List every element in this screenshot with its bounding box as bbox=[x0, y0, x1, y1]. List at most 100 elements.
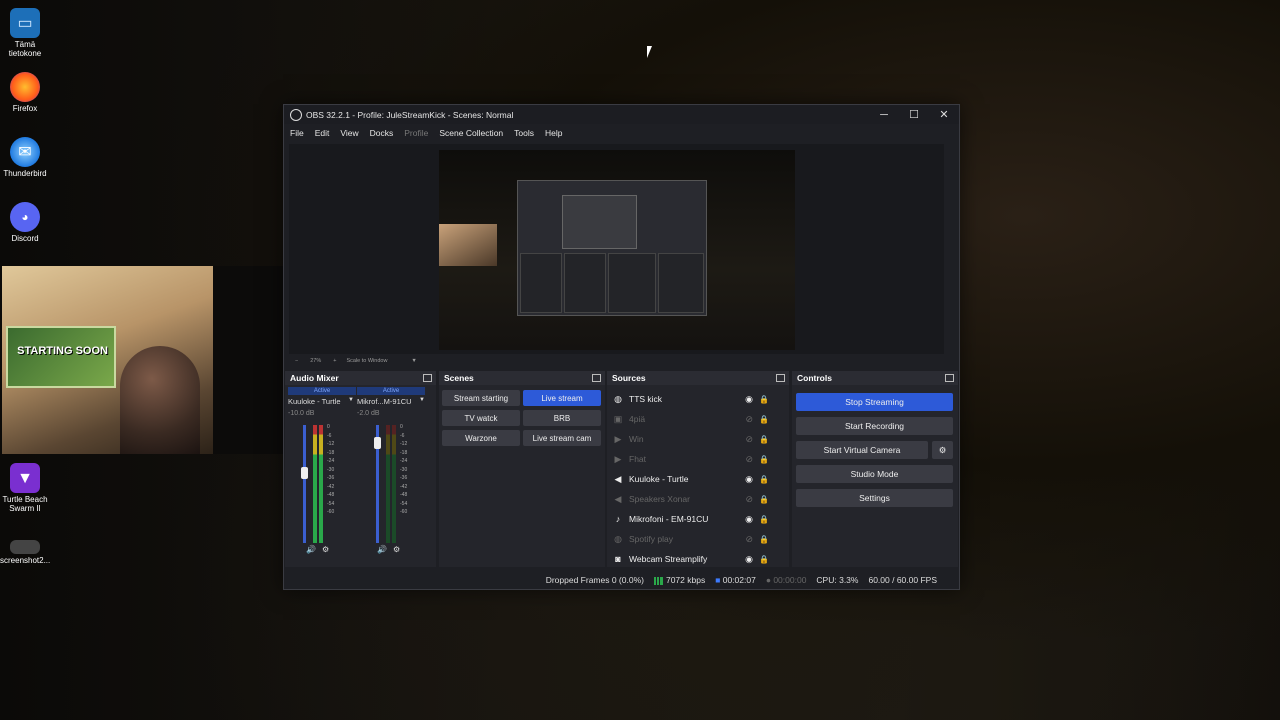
active-badge: Active bbox=[357, 387, 425, 395]
menu-profile[interactable]: Profile bbox=[404, 128, 428, 138]
lock-icon[interactable]: 🔒 bbox=[759, 515, 769, 524]
desktop-icon-this-pc[interactable]: ▭ Tämä tietokone bbox=[0, 8, 50, 58]
desktop-icon-screenshot[interactable]: screenshot2... bbox=[0, 540, 50, 565]
meter-ticks: 0 -6 -12 -18 -24 -30 -36 -42 -48 -54 -60 bbox=[400, 424, 408, 515]
menu-help[interactable]: Help bbox=[545, 128, 562, 138]
media-icon: ▶ bbox=[614, 453, 622, 464]
start-virtual-camera-button[interactable]: Start Virtual Camera bbox=[796, 441, 928, 459]
start-recording-button[interactable]: Start Recording bbox=[796, 417, 953, 435]
scene-live-stream-cam[interactable]: Live stream cam bbox=[523, 430, 601, 446]
virtual-camera-settings-gear-icon[interactable]: ⚙ bbox=[932, 441, 953, 459]
speaker-icon[interactable]: 🔊 bbox=[377, 545, 387, 554]
undock-icon[interactable] bbox=[945, 374, 954, 382]
scenes-dock: Scenes Stream starting Live stream TV wa… bbox=[439, 371, 605, 567]
eye-hidden-icon[interactable]: ⊘ bbox=[745, 414, 753, 425]
source-item[interactable]: ♪ Mikrofoni - EM-91CU ◉ 🔒 bbox=[611, 509, 783, 529]
preview-obs-recursion bbox=[517, 180, 707, 316]
undock-icon[interactable] bbox=[423, 374, 432, 382]
active-badge: Active bbox=[288, 387, 356, 395]
eye-icon[interactable]: ◉ bbox=[745, 554, 753, 565]
desktop-icon-label: screenshot2... bbox=[0, 556, 51, 565]
desktop-icon-firefox[interactable]: Firefox bbox=[0, 72, 50, 113]
undock-icon[interactable] bbox=[776, 374, 785, 382]
lock-icon[interactable]: 🔒 bbox=[759, 415, 769, 424]
volume-slider-knob[interactable] bbox=[301, 467, 308, 479]
source-item[interactable]: ◍ TTS kick ◉ 🔒 bbox=[611, 389, 783, 409]
source-item[interactable]: ▣ 4piä ⊘ 🔒 bbox=[611, 409, 783, 429]
preview-area[interactable] bbox=[289, 144, 944, 354]
eye-icon[interactable]: ◉ bbox=[745, 394, 753, 405]
menu-view[interactable]: View bbox=[340, 128, 358, 138]
preview-webcam bbox=[439, 224, 497, 266]
level-meter bbox=[386, 425, 390, 543]
desktop-icon-discord[interactable]: ◕ Discord bbox=[0, 202, 50, 243]
source-item[interactable]: ◀ Speakers Xonar ⊘ 🔒 bbox=[611, 489, 783, 509]
lock-icon[interactable]: 🔒 bbox=[759, 395, 769, 404]
chevron-down-icon[interactable]: ▼ bbox=[419, 397, 425, 403]
settings-button[interactable]: Settings bbox=[796, 489, 953, 507]
title-bar[interactable]: OBS 32.2.1 - Profile: JuleStreamKick - S… bbox=[284, 105, 959, 124]
eye-hidden-icon[interactable]: ⊘ bbox=[745, 494, 753, 505]
lock-icon[interactable]: 🔒 bbox=[759, 455, 769, 464]
studio-mode-button[interactable]: Studio Mode bbox=[796, 465, 953, 483]
eye-hidden-icon[interactable]: ⊘ bbox=[745, 434, 753, 445]
source-item[interactable]: ◀ Kuuloke - Turtle ◉ 🔒 bbox=[611, 469, 783, 489]
cpu-usage: CPU: 3.3% bbox=[816, 575, 859, 585]
source-item[interactable]: ▶ Win ⊘ 🔒 bbox=[611, 429, 783, 449]
zoom-out-icon[interactable]: − bbox=[295, 358, 298, 364]
eye-icon[interactable]: ◉ bbox=[745, 514, 753, 525]
camera-icon: ◙ bbox=[615, 554, 621, 564]
scale-mode-select[interactable]: Scale to Window bbox=[346, 358, 387, 364]
desktop-icon-thunderbird[interactable]: ✉ Thunderbird bbox=[0, 137, 50, 178]
dropped-frames: Dropped Frames 0 (0.0%) bbox=[545, 575, 644, 585]
bitrate: 7072 kbps bbox=[653, 575, 705, 585]
scene-stream-starting[interactable]: Stream starting bbox=[442, 390, 520, 406]
speaker-icon[interactable]: 🔊 bbox=[306, 545, 316, 554]
lock-icon[interactable]: 🔒 bbox=[759, 435, 769, 444]
scene-tv-watck[interactable]: TV watck bbox=[442, 410, 520, 426]
stop-streaming-button[interactable]: Stop Streaming bbox=[796, 393, 953, 411]
lock-icon[interactable]: 🔒 bbox=[759, 535, 769, 544]
menu-tools[interactable]: Tools bbox=[514, 128, 534, 138]
chevron-down-icon[interactable]: ▼ bbox=[348, 397, 354, 403]
eye-icon[interactable]: ◉ bbox=[745, 474, 753, 485]
menu-scene-collection[interactable]: Scene Collection bbox=[439, 128, 503, 138]
lock-icon[interactable]: 🔒 bbox=[759, 495, 769, 504]
menu-edit[interactable]: Edit bbox=[315, 128, 330, 138]
zoom-in-icon[interactable]: + bbox=[333, 358, 336, 364]
zoom-level: 27% bbox=[310, 358, 322, 364]
source-item[interactable]: ◍ Spotify play ⊘ 🔒 bbox=[611, 529, 783, 549]
gear-icon[interactable]: ⚙ bbox=[322, 545, 329, 554]
scene-live-stream[interactable]: Live stream bbox=[523, 390, 601, 406]
webcam-overlay: STARTING SOON bbox=[2, 266, 213, 454]
source-item[interactable]: ▶ Fhat ⊘ 🔒 bbox=[611, 449, 783, 469]
firefox-icon bbox=[10, 72, 40, 102]
dock-title: Sources bbox=[612, 373, 646, 383]
lock-icon[interactable]: 🔒 bbox=[759, 475, 769, 484]
mixer-channel: Active Mikrof...M-91CU ▼ -2.0 dB 0 -6 -12-… bbox=[357, 385, 427, 565]
close-icon[interactable]: ✕ bbox=[929, 108, 959, 121]
volume-slider[interactable] bbox=[303, 425, 306, 543]
source-item[interactable]: ◙ Webcam Streamplify ◉ 🔒 bbox=[611, 549, 783, 569]
channel-name: Mikrof...M-91CU bbox=[357, 397, 412, 406]
scene-brb[interactable]: BRB bbox=[523, 410, 601, 426]
eye-hidden-icon[interactable]: ⊘ bbox=[745, 534, 753, 545]
minimize-icon[interactable]: ─ bbox=[869, 109, 899, 121]
menu-file[interactable]: File bbox=[290, 128, 304, 138]
chevron-down-icon[interactable]: ▼ bbox=[411, 358, 416, 364]
gear-icon[interactable]: ⚙ bbox=[393, 545, 400, 554]
menu-docks[interactable]: Docks bbox=[370, 128, 394, 138]
speaker-icon: ◀ bbox=[614, 493, 622, 504]
volume-slider-knob[interactable] bbox=[374, 437, 381, 449]
streamer-silhouette bbox=[120, 346, 200, 454]
scene-warzone[interactable]: Warzone bbox=[442, 430, 520, 446]
lock-icon[interactable]: 🔒 bbox=[759, 555, 769, 564]
mixer-channel: Active Kuuloke - Turtle ▼ -10.0 dB 0 -6 -1… bbox=[288, 385, 358, 565]
maximize-icon[interactable]: ☐ bbox=[899, 108, 929, 121]
desktop-icon-turtle-beach[interactable]: ▼ Turtle Beach Swarm II bbox=[0, 463, 50, 513]
eye-hidden-icon[interactable]: ⊘ bbox=[745, 454, 753, 465]
menu-bar: File Edit View Docks Profile Scene Colle… bbox=[284, 124, 959, 142]
undock-icon[interactable] bbox=[592, 374, 601, 382]
channel-db: -2.0 dB bbox=[357, 410, 380, 417]
sources-dock: Sources ◍ TTS kick ◉ 🔒 ▣ 4piä ⊘ 🔒 ▶ Win ⊘ 🔒 ▶ Fhat… bbox=[607, 371, 789, 567]
